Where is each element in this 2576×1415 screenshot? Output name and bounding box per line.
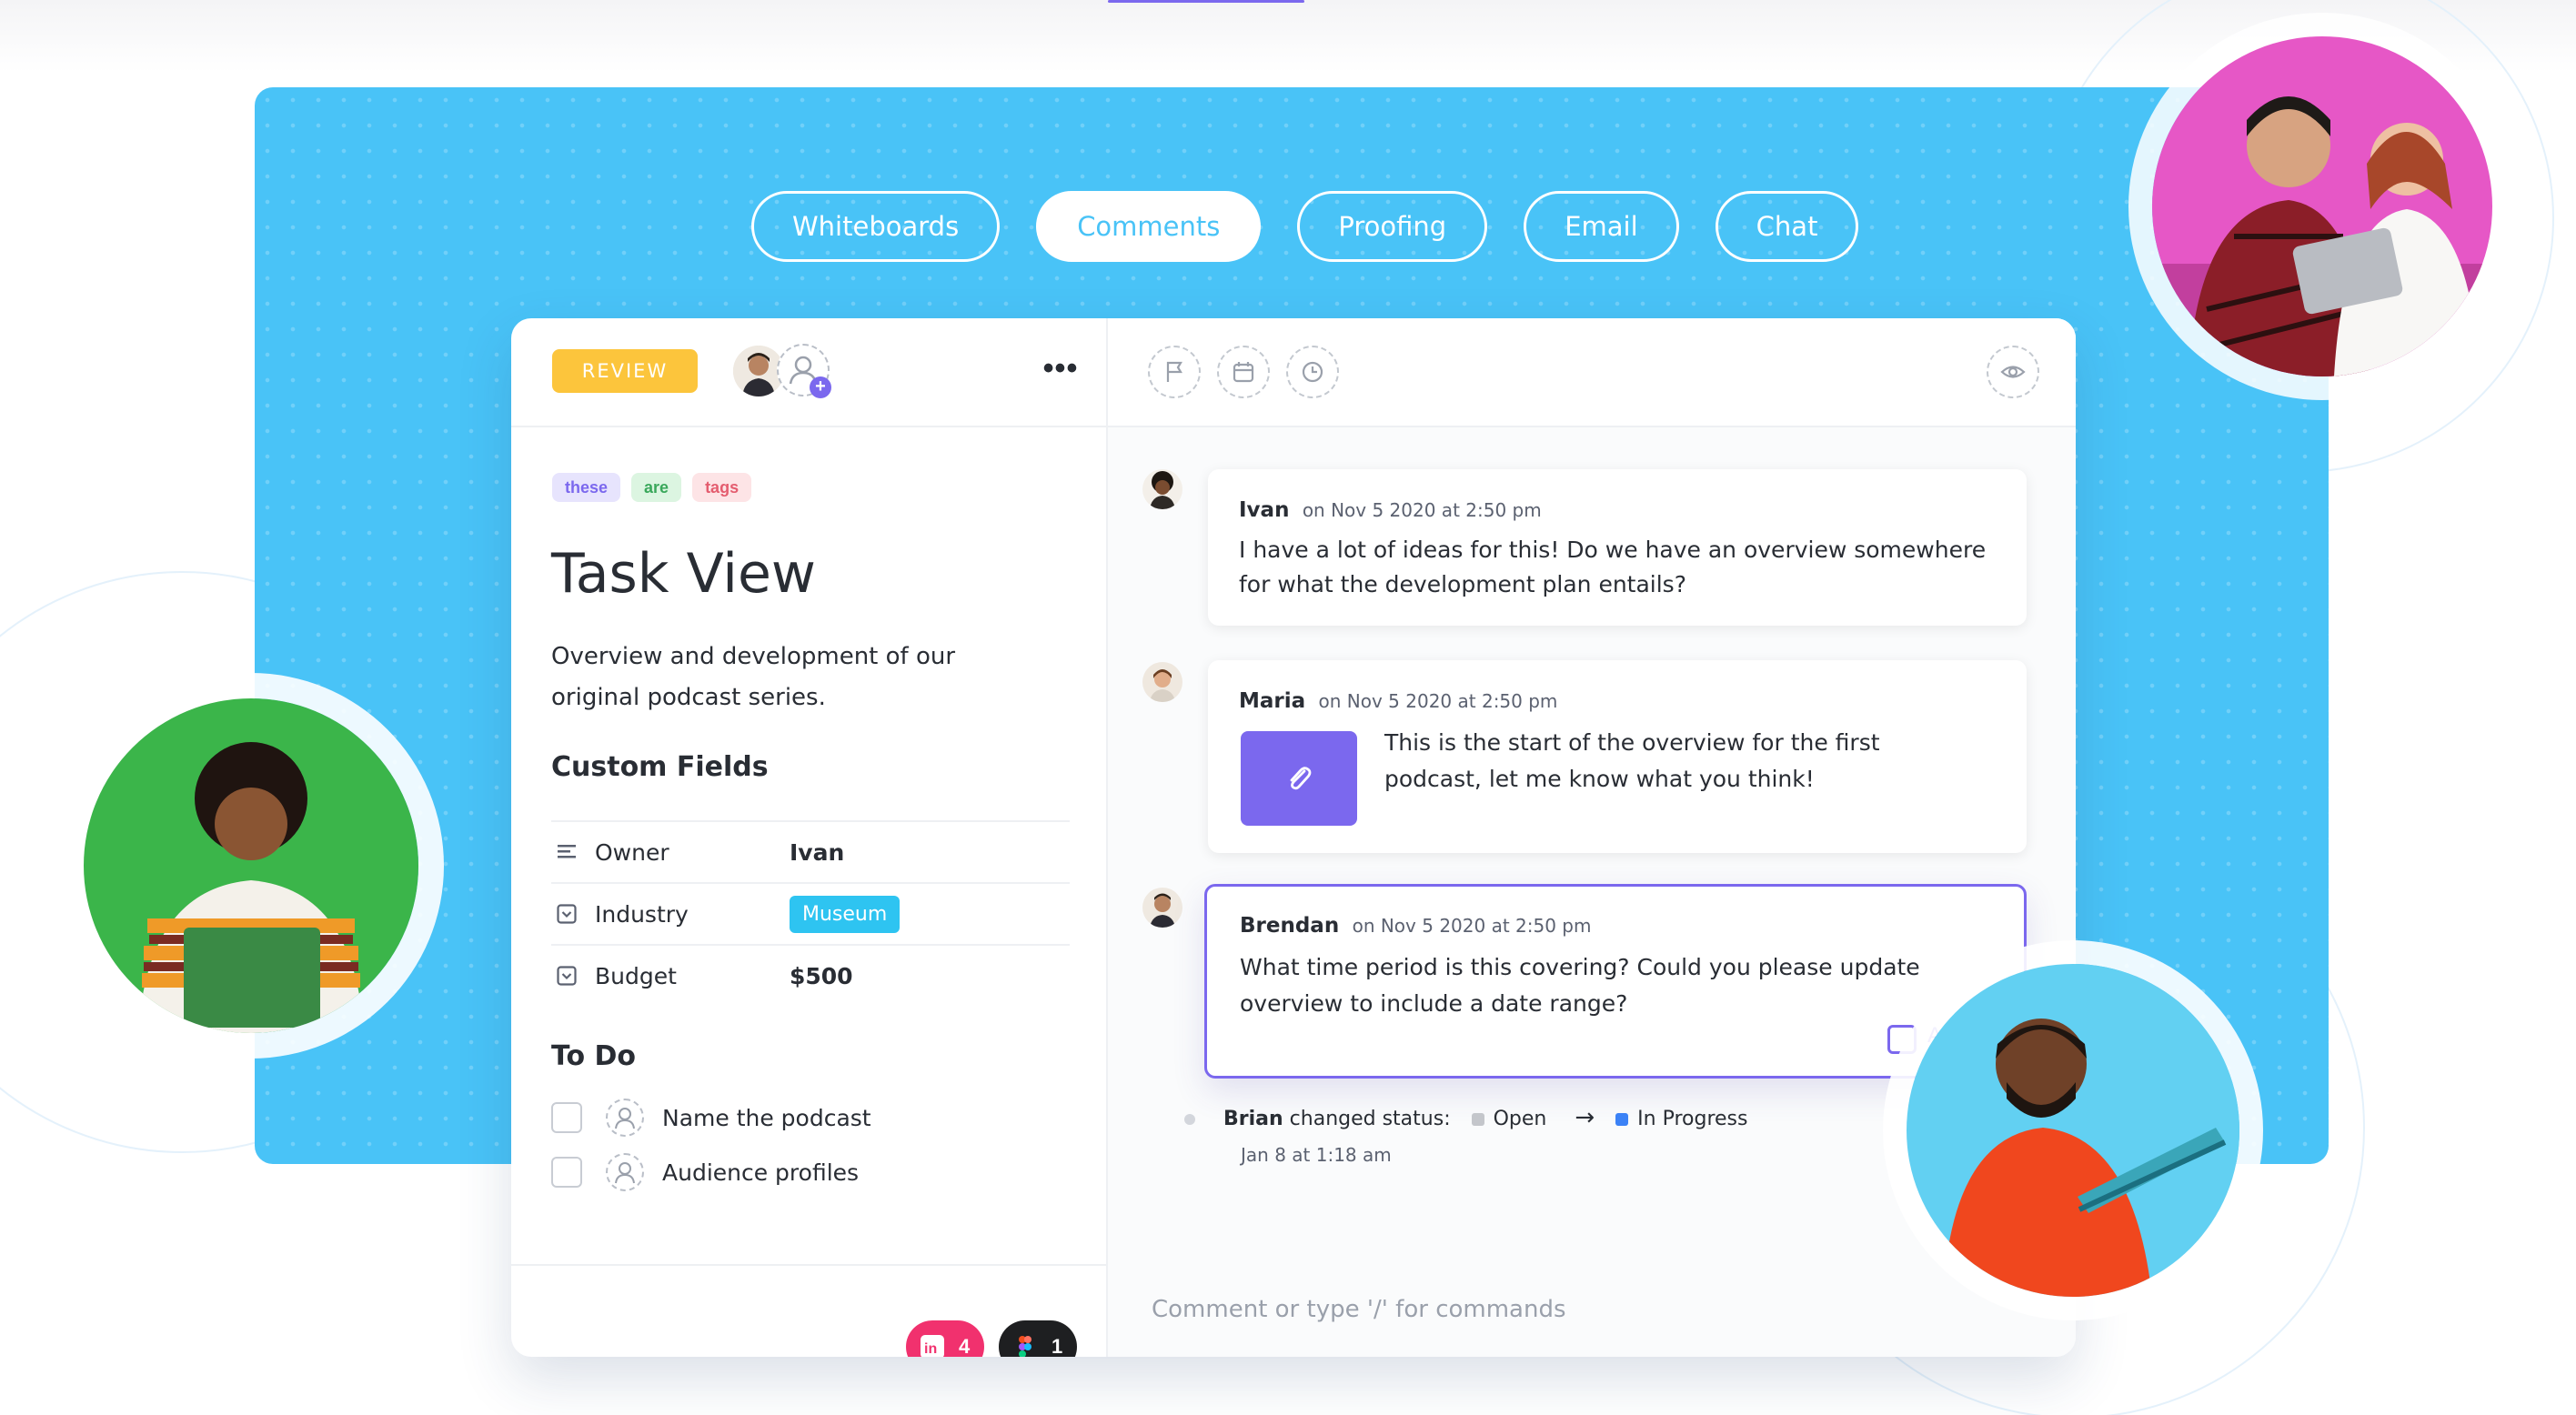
top-accent-bar: [1108, 0, 1304, 3]
comment-text-line: I have a lot of ideas for this! Do we ha…: [1239, 537, 1987, 563]
comment-meta: Ivan on Nov 5 2020 at 2:50 pm: [1239, 498, 1542, 522]
comment-text-line: podcast, let me know what you think!: [1384, 766, 1815, 792]
tag[interactable]: tags: [692, 473, 752, 502]
svg-text:in: in: [924, 1341, 937, 1357]
arrow-right-icon: →: [1575, 1104, 1595, 1131]
invision-attachments-badge[interactable]: in 4: [906, 1320, 985, 1357]
todo-label[interactable]: Name the podcast: [662, 1105, 871, 1131]
tab-whiteboards[interactable]: Whiteboards: [751, 191, 1001, 262]
comment-author[interactable]: Ivan: [1239, 498, 1289, 522]
comment-timestamp: on Nov 5 2020 at 2:50 pm: [1302, 499, 1542, 521]
user-icon: [615, 1108, 635, 1129]
person-avatar-icon: [1142, 888, 1182, 928]
tab-comments[interactable]: Comments: [1036, 191, 1262, 262]
comment-author[interactable]: Maria: [1239, 689, 1305, 713]
figma-attachments-badge[interactable]: 1: [999, 1320, 1078, 1357]
dropdown-field-icon: [557, 904, 577, 924]
tab-email[interactable]: Email: [1524, 191, 1679, 262]
commenter-avatar[interactable]: [1142, 469, 1182, 509]
field-label: Industry: [595, 900, 689, 928]
task-header: REVIEW + •••: [511, 318, 1108, 427]
assign-user-icon[interactable]: [606, 1153, 644, 1191]
field-label: Owner: [595, 838, 669, 866]
activity-entry: Brian changed status: Open → In Progress: [1184, 1104, 1747, 1131]
activity-actor[interactable]: Brian: [1223, 1108, 1283, 1130]
status-from: Open: [1493, 1108, 1547, 1130]
field-value: Ivan: [790, 838, 845, 866]
comment[interactable]: Maria on Nov 5 2020 at 2:50 pm This is t…: [1208, 660, 2027, 853]
attachment-count: 4: [959, 1335, 971, 1357]
todo-item: Audience profiles: [551, 1153, 859, 1191]
woman-laptop-photo: [84, 698, 418, 1033]
field-industry[interactable]: Industry Museum: [551, 882, 1070, 944]
comment-meta: Brendan on Nov 5 2020 at 2:50 pm: [1240, 914, 1591, 938]
clock-icon[interactable]: [1286, 346, 1339, 398]
tab-proofing[interactable]: Proofing: [1297, 191, 1488, 262]
comment-author[interactable]: Brendan: [1240, 914, 1339, 938]
field-owner[interactable]: Owner Ivan: [551, 820, 1070, 882]
status-to: In Progress: [1637, 1108, 1748, 1130]
custom-fields-heading: Custom Fields: [551, 751, 769, 783]
dropdown-field-icon: [557, 966, 577, 986]
activity-dot: [1184, 1114, 1195, 1125]
comment-text-line: This is the start of the overview for th…: [1384, 729, 1880, 756]
person-avatar-icon: [1142, 469, 1182, 509]
activity-timestamp: Jan 8 at 1:18 am: [1241, 1144, 1392, 1166]
todo-heading: To Do: [551, 1040, 637, 1072]
field-budget[interactable]: Budget $500: [551, 944, 1070, 1006]
attachment-count: 1: [1052, 1335, 1063, 1357]
field-value: $500: [790, 962, 853, 989]
field-label: Budget: [595, 962, 677, 989]
task-footer: in 4 1: [511, 1264, 1108, 1357]
figma-icon: [1013, 1335, 1037, 1357]
comment-text-line: What time period is this covering? Could…: [1240, 954, 1920, 980]
status-badge[interactable]: REVIEW: [552, 349, 698, 393]
status-in-progress-square: [1615, 1113, 1629, 1126]
comment-text-line: for what the development plan entails?: [1239, 571, 1686, 597]
more-options-icon[interactable]: •••: [1035, 351, 1086, 387]
comments-header: [1108, 318, 2076, 427]
assign-comment-checkbox[interactable]: [1887, 1025, 1917, 1054]
paperclip-icon: [1290, 767, 1312, 790]
invision-icon: in: [921, 1335, 944, 1357]
commenter-avatar[interactable]: [1142, 662, 1182, 702]
status-open-square: [1471, 1113, 1484, 1126]
task-title[interactable]: Task View: [551, 542, 816, 606]
person-avatar-icon: [1142, 662, 1182, 702]
comment-text-line: overview to include a date range?: [1240, 990, 1628, 1017]
add-assignee-button[interactable]: +: [777, 344, 831, 398]
comment-timestamp: on Nov 5 2020 at 2:50 pm: [1318, 690, 1558, 712]
comment-meta: Maria on Nov 5 2020 at 2:50 pm: [1239, 689, 1557, 713]
calendar-icon[interactable]: [1217, 346, 1270, 398]
custom-fields-list: Owner Ivan Industry Museum Budget $500: [551, 820, 1070, 1006]
task-description[interactable]: Overview and development of our original…: [551, 637, 1024, 718]
activity-action: changed status:: [1289, 1108, 1451, 1130]
todo-checkbox[interactable]: [551, 1157, 582, 1188]
priority-flag-icon[interactable]: [1148, 346, 1201, 398]
comment-timestamp: on Nov 5 2020 at 2:50 pm: [1352, 915, 1592, 937]
assign-user-icon[interactable]: [606, 1099, 644, 1137]
task-details-pane: REVIEW + ••• these are tags Task View Ov…: [511, 318, 1108, 1357]
tag-list: these are tags: [552, 473, 752, 502]
couple-tablet-photo: [2152, 36, 2492, 376]
todo-item: Name the podcast: [551, 1099, 871, 1137]
commenter-avatar[interactable]: [1142, 888, 1182, 928]
watch-eye-icon[interactable]: [1987, 346, 2039, 398]
plus-icon: +: [810, 376, 831, 398]
comment[interactable]: Ivan on Nov 5 2020 at 2:50 pm I have a l…: [1208, 469, 2027, 626]
todo-label[interactable]: Audience profiles: [662, 1159, 859, 1186]
man-laptop-photo: [1907, 964, 2239, 1297]
feature-tabs: Whiteboards Comments Proofing Email Chat: [751, 191, 1859, 262]
todo-checkbox[interactable]: [551, 1102, 582, 1133]
task-card: REVIEW + ••• these are tags Task View Ov…: [511, 318, 2076, 1357]
attachment-tile[interactable]: [1241, 731, 1357, 826]
industry-chip[interactable]: Museum: [790, 895, 901, 933]
tag[interactable]: are: [631, 473, 682, 502]
comment-input[interactable]: [1152, 1277, 2025, 1342]
user-icon: [615, 1162, 635, 1184]
tag[interactable]: these: [552, 473, 621, 502]
text-lines-icon: [558, 845, 576, 858]
tab-chat[interactable]: Chat: [1715, 191, 1859, 262]
comment-active[interactable]: Brendan on Nov 5 2020 at 2:50 pm What ti…: [1204, 884, 2027, 1079]
